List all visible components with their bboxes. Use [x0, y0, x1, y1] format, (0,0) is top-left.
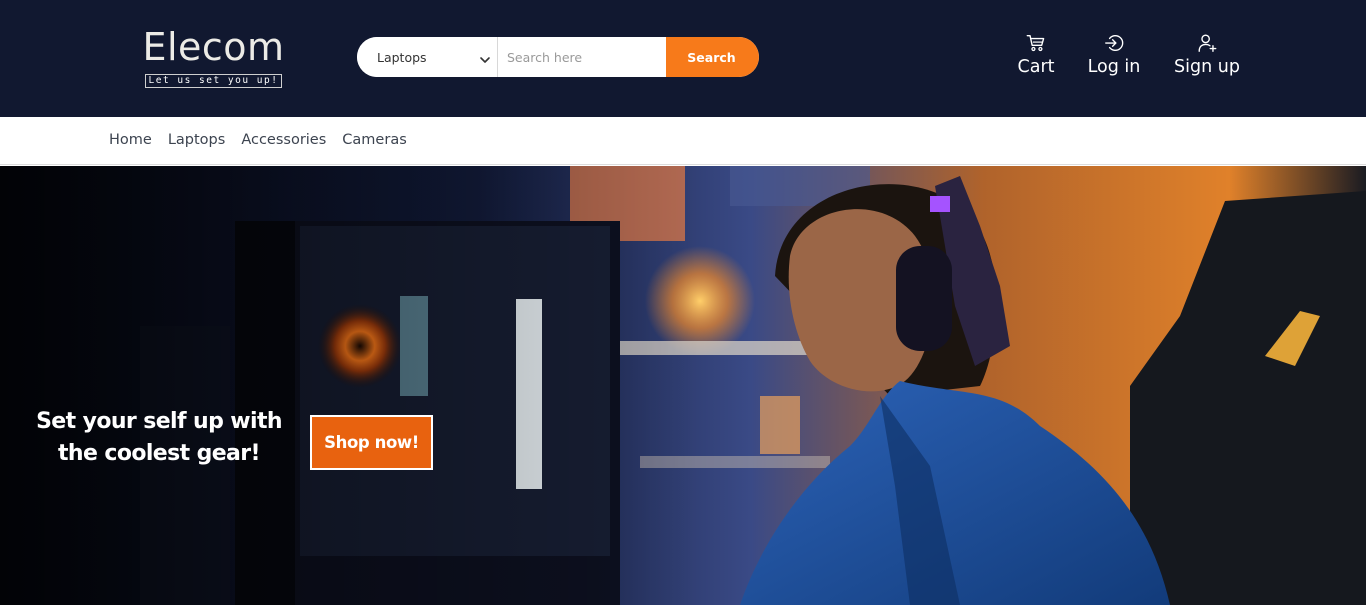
user-add-icon: [1196, 32, 1218, 54]
cart-link[interactable]: Cart: [1012, 32, 1060, 82]
cart-label: Cart: [1017, 57, 1055, 77]
login-label: Log in: [1087, 57, 1141, 77]
nav-list: Home Laptops Accessories Cameras: [109, 130, 407, 150]
search-bar: Laptops Search: [357, 37, 759, 77]
brand-tagline: Let us set you up!: [144, 74, 283, 88]
nav-item-home[interactable]: Home: [109, 130, 152, 150]
nav-item-cameras[interactable]: Cameras: [342, 130, 406, 150]
hero-banner: Set your self up with the coolest gear! …: [0, 166, 1366, 605]
signup-label: Sign up: [1174, 57, 1240, 77]
category-select[interactable]: Laptops: [357, 37, 498, 77]
cart-icon: [1025, 32, 1047, 54]
nav-item-accessories[interactable]: Accessories: [241, 130, 326, 150]
signup-link[interactable]: Sign up: [1171, 32, 1243, 82]
search-input[interactable]: [498, 37, 666, 77]
brand-logo[interactable]: Elecom Let us set you up!: [141, 26, 286, 88]
chevron-down-icon: [479, 51, 491, 63]
hero-image: [0, 166, 1366, 605]
login-icon: [1103, 32, 1125, 54]
login-link[interactable]: Log in: [1086, 32, 1142, 82]
search-button[interactable]: Search: [666, 37, 759, 77]
shop-now-button[interactable]: Shop now!: [310, 415, 433, 470]
brand-name: Elecom: [142, 25, 285, 69]
hero-headline: Set your self up with the coolest gear!: [36, 409, 282, 466]
category-selected-value: Laptops: [377, 49, 427, 65]
top-header: Elecom Let us set you up! Laptops Search…: [0, 0, 1366, 117]
main-nav: Home Laptops Accessories Cameras: [0, 117, 1366, 165]
nav-item-laptops[interactable]: Laptops: [168, 130, 225, 150]
